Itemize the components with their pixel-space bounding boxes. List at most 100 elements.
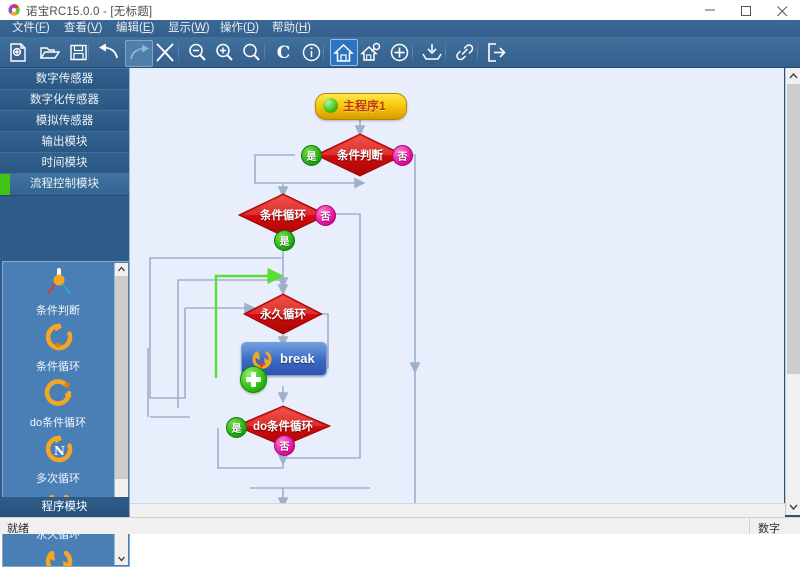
menu-display[interactable]: 显示(W) bbox=[166, 21, 212, 36]
branch-badge-yes[interactable]: 是 bbox=[226, 417, 247, 438]
sidebar-category-flow-control[interactable]: 流程控制模块 bbox=[0, 173, 129, 196]
sidebar-category-label: 模拟传感器 bbox=[35, 115, 94, 127]
status-bar: 就绪 数字 bbox=[0, 517, 800, 535]
module-sidebar: 数字传感器 数字化传感器 模拟传感器 输出模块 时间模块 流程控制模块 条件判断… bbox=[0, 68, 130, 567]
count-loop-icon: N bbox=[42, 434, 76, 468]
condition-branch-icon bbox=[42, 266, 76, 300]
status-right-cell: 数字 bbox=[749, 518, 800, 535]
new-file-button[interactable] bbox=[6, 40, 32, 65]
magnifier-icon bbox=[243, 43, 260, 61]
while-loop-icon bbox=[42, 322, 76, 356]
menu-file[interactable]: 文件(F) bbox=[10, 21, 52, 36]
link-button[interactable] bbox=[452, 40, 478, 65]
sidebar-category-time-module[interactable]: 时间模块 bbox=[0, 152, 129, 175]
branch-badge-yes[interactable]: 是 bbox=[274, 230, 295, 251]
flow-node-forever-loop[interactable]: 永久循环 bbox=[243, 293, 323, 335]
badge-label: 是 bbox=[306, 152, 317, 163]
status-text: 就绪 bbox=[7, 523, 29, 535]
zoom-out-button[interactable] bbox=[185, 40, 211, 65]
flow-node-label: break bbox=[280, 351, 315, 366]
minimize-button[interactable] bbox=[692, 0, 728, 20]
menu-help[interactable]: 帮助(H) bbox=[270, 21, 313, 36]
menu-view[interactable]: 查看(V) bbox=[62, 21, 104, 36]
info-circle-icon bbox=[302, 43, 321, 62]
badge-label: 否 bbox=[320, 212, 331, 223]
menu-operate[interactable]: 操作(D) bbox=[218, 21, 261, 36]
exit-door-icon bbox=[488, 43, 506, 62]
sidebar-category-label: 流程控制模块 bbox=[30, 178, 99, 190]
canvas-vertical-scrollbar[interactable] bbox=[785, 68, 800, 515]
save-disk-icon bbox=[70, 44, 87, 61]
badge-label: 是 bbox=[279, 237, 290, 248]
add-node-button[interactable] bbox=[387, 40, 413, 65]
scroll-down-button[interactable] bbox=[786, 499, 800, 515]
branch-badge-yes[interactable]: 是 bbox=[301, 145, 322, 166]
badge-label: 否 bbox=[279, 442, 290, 453]
sidebar-bottom-label: 程序模块 bbox=[41, 501, 88, 513]
chevron-up-icon[interactable] bbox=[115, 263, 128, 276]
add-block-button[interactable] bbox=[240, 366, 267, 393]
redo-button[interactable] bbox=[125, 40, 153, 67]
chain-link-icon bbox=[456, 44, 474, 61]
svg-text:C: C bbox=[277, 43, 291, 63]
app-logo-icon bbox=[8, 4, 20, 16]
sidebar-bottom-bar[interactable]: 程序模块 bbox=[0, 497, 129, 517]
flow-node-start[interactable]: 主程序1 bbox=[315, 93, 407, 120]
scroll-up-button[interactable] bbox=[786, 68, 800, 84]
download-tray-icon bbox=[422, 44, 442, 60]
menu-bar: 文件(F) 查看(V) 编辑(E) 显示(W) 操作(D) 帮助(H) bbox=[0, 20, 800, 37]
branch-badge-no[interactable]: 否 bbox=[274, 435, 295, 456]
redo-arrow-icon bbox=[130, 44, 149, 60]
title-bar: 诺宝RC15.0.0 - [无标题] bbox=[0, 0, 800, 21]
letter-c-icon: C bbox=[277, 43, 291, 63]
undo-arrow-icon bbox=[99, 43, 118, 59]
delete-button[interactable] bbox=[152, 40, 178, 65]
home-view-button[interactable] bbox=[330, 39, 358, 66]
close-button[interactable] bbox=[764, 0, 800, 20]
sidebar-category-digitized-sensor[interactable]: 数字化传感器 bbox=[0, 89, 129, 112]
toolbar: C bbox=[0, 37, 800, 68]
save-button[interactable] bbox=[66, 40, 92, 65]
exit-button[interactable] bbox=[484, 40, 510, 65]
compile-button[interactable]: C bbox=[271, 40, 297, 65]
maximize-icon bbox=[741, 6, 751, 16]
sidebar-category-output-module[interactable]: 输出模块 bbox=[0, 131, 129, 154]
home-icon bbox=[333, 43, 354, 62]
chevron-down-icon[interactable] bbox=[115, 552, 128, 565]
flowchart-canvas[interactable]: 主程序1 条件判断 条件循环 永久循环 break do条件循环 是 否 否 是… bbox=[130, 68, 784, 515]
branch-badge-no[interactable]: 否 bbox=[392, 145, 413, 166]
flow-connectors bbox=[147, 118, 421, 515]
scroll-thumb[interactable] bbox=[115, 276, 128, 479]
info-button[interactable] bbox=[299, 40, 325, 65]
selected-marker bbox=[0, 174, 10, 195]
new-file-icon bbox=[10, 43, 26, 62]
sidebar-category-label: 数字传感器 bbox=[35, 73, 94, 85]
download-button[interactable] bbox=[419, 40, 445, 65]
start-indicator bbox=[323, 98, 338, 113]
sidebar-category-analog-sensor[interactable]: 模拟传感器 bbox=[0, 110, 129, 133]
home-key-button[interactable] bbox=[358, 40, 384, 65]
open-file-button[interactable] bbox=[37, 40, 63, 65]
zoom-in-button[interactable] bbox=[212, 40, 238, 65]
toolbar-separator bbox=[178, 42, 179, 63]
status-mode-text: 数字 bbox=[758, 523, 780, 535]
zoom-in-icon bbox=[216, 43, 233, 61]
flow-node-label: 永久循环 bbox=[260, 309, 306, 321]
circle-plus-icon bbox=[390, 43, 409, 62]
canvas-horizontal-scrollbar[interactable] bbox=[130, 503, 785, 517]
application-window: 诺宝RC15.0.0 - [无标题] 文件(F) 查看(V) 编辑(E) 显示(… bbox=[0, 0, 800, 567]
forever-loop-icon bbox=[42, 546, 76, 566]
undo-button[interactable] bbox=[95, 40, 121, 65]
minimize-icon bbox=[705, 9, 715, 11]
menu-edit[interactable]: 编辑(E) bbox=[114, 21, 156, 36]
sidebar-category-digital-sensor[interactable]: 数字传感器 bbox=[0, 68, 129, 91]
delete-x-icon bbox=[156, 43, 174, 62]
branch-badge-no[interactable]: 否 bbox=[315, 205, 336, 226]
sidebar-category-label: 数字化传感器 bbox=[30, 94, 99, 106]
zoom-fit-button[interactable] bbox=[239, 40, 265, 65]
maximize-button[interactable] bbox=[728, 0, 764, 20]
flow-node-label: 主程序1 bbox=[343, 99, 386, 113]
scroll-thumb[interactable] bbox=[787, 84, 800, 374]
do-while-loop-icon bbox=[42, 378, 76, 412]
home-key-icon bbox=[360, 42, 381, 61]
